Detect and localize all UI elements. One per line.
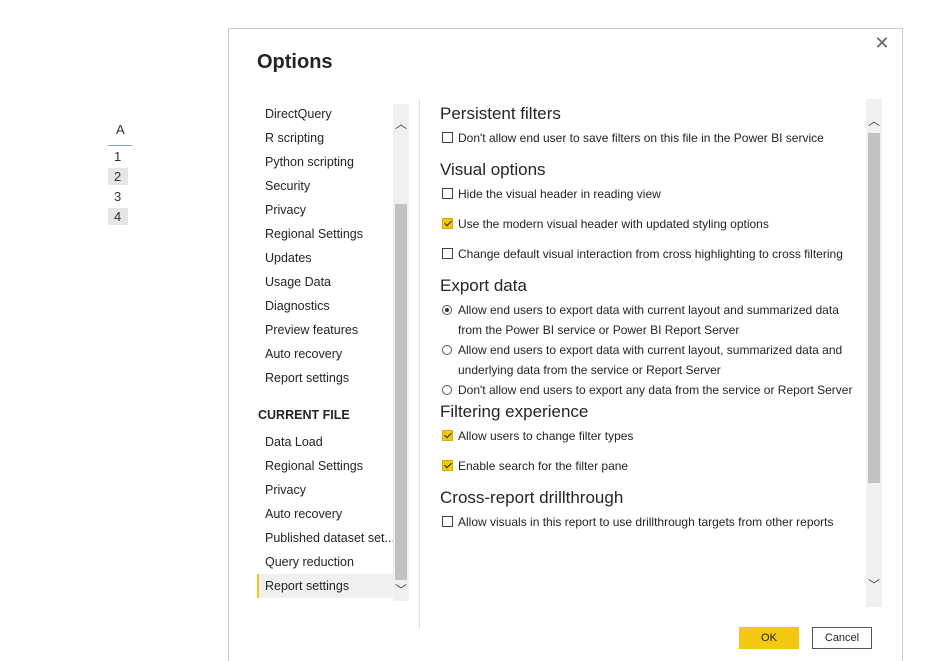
nav-item-security[interactable]: Security [257, 174, 409, 198]
checkbox-label: Don't allow end user to save filters on … [458, 131, 824, 145]
column-header: A [116, 122, 125, 137]
nav-item-published-dataset-settings[interactable]: Published dataset set... [257, 526, 409, 550]
close-icon[interactable]: ✕ [872, 33, 892, 53]
checkbox-cross-report-drillthrough[interactable]: Allow visuals in this report to use dril… [440, 512, 860, 532]
checkbox-hide-visual-header[interactable]: Hide the visual header in reading view [440, 184, 860, 204]
pane-divider [419, 99, 420, 629]
nav-item-privacy[interactable]: Privacy [257, 198, 409, 222]
nav-item-usage-data[interactable]: Usage Data [257, 270, 409, 294]
checkbox-persistent-filters[interactable]: Don't allow end user to save filters on … [440, 128, 860, 148]
nav-item-python-scripting[interactable]: Python scripting [257, 150, 409, 174]
cancel-button[interactable]: Cancel [812, 627, 872, 649]
nav-item-auto-recovery[interactable]: Auto recovery [257, 342, 409, 366]
radio-button[interactable] [442, 345, 452, 355]
nav-item-file-report-settings[interactable]: Report settings [257, 574, 409, 598]
checkbox-box[interactable] [442, 188, 453, 199]
options-nav: DirectQuery R scripting Python scripting… [257, 102, 409, 607]
radio-label: Allow end users to export data with curr… [458, 303, 839, 337]
section-heading-filtering-experience: Filtering experience [440, 402, 589, 421]
ok-button[interactable]: OK [739, 627, 799, 649]
content-scrollbar[interactable]: ︿ ﹀ [866, 99, 882, 607]
nav-item-query-reduction[interactable]: Query reduction [257, 550, 409, 574]
nav-item-r-scripting[interactable]: R scripting [257, 126, 409, 150]
checkbox-box[interactable] [442, 132, 453, 143]
checkbox-change-filter-types[interactable]: Allow users to change filter types [440, 426, 860, 446]
radio-export-underlying[interactable]: Allow end users to export data with curr… [440, 340, 860, 380]
radio-export-summarized[interactable]: Allow end users to export data with curr… [440, 300, 860, 340]
checkbox-box-checked[interactable] [442, 218, 453, 229]
nav-item-diagnostics[interactable]: Diagnostics [257, 294, 409, 318]
nav-section-current-file: CURRENT FILE [258, 408, 350, 422]
chevron-down-icon[interactable]: ﹀ [866, 577, 882, 593]
radio-button[interactable] [442, 385, 452, 395]
checkbox-label: Enable search for the filter pane [458, 459, 629, 473]
nav-scrollbar[interactable]: ︿ ﹀ [393, 104, 409, 601]
radio-export-none[interactable]: Don't allow end users to export any data… [440, 380, 860, 400]
nav-item-directquery[interactable]: DirectQuery [257, 102, 409, 126]
checkbox-box[interactable] [442, 516, 453, 527]
section-heading-cross-report-drillthrough: Cross-report drillthrough [440, 488, 624, 507]
nav-item-data-load[interactable]: Data Load [257, 430, 409, 454]
grid-row: 2 [108, 168, 128, 185]
chevron-up-icon[interactable]: ︿ [866, 113, 882, 129]
options-dialog: ✕ Options DirectQuery R scripting Python… [228, 28, 903, 661]
content-scroll-thumb[interactable] [868, 133, 880, 483]
nav-item-preview-features[interactable]: Preview features [257, 318, 409, 342]
section-heading-export-data: Export data [440, 276, 527, 295]
grid-row: 4 [108, 208, 128, 225]
grid-row: 3 [114, 189, 122, 204]
report-settings-pane: Persistent filters Don't allow end user … [440, 102, 860, 612]
nav-item-report-settings[interactable]: Report settings [257, 366, 409, 390]
checkbox-modern-visual-header[interactable]: Use the modern visual header with update… [440, 214, 860, 234]
checkbox-label: Allow visuals in this report to use dril… [458, 515, 834, 529]
nav-item-regional-settings[interactable]: Regional Settings [257, 222, 409, 246]
checkbox-label: Use the modern visual header with update… [458, 217, 769, 231]
section-heading-visual-options: Visual options [440, 160, 546, 179]
checkbox-box[interactable] [442, 248, 453, 259]
section-heading-persistent-filters: Persistent filters [440, 104, 561, 123]
checkbox-label: Hide the visual header in reading view [458, 187, 661, 201]
checkbox-box-checked[interactable] [442, 430, 453, 441]
grid-row: 1 [114, 149, 122, 164]
radio-label: Don't allow end users to export any data… [458, 383, 853, 397]
nav-item-file-regional-settings[interactable]: Regional Settings [257, 454, 409, 478]
checkbox-label: Change default visual interaction from c… [458, 247, 843, 261]
chevron-up-icon[interactable]: ︿ [393, 116, 409, 132]
chevron-down-icon[interactable]: ﹀ [393, 582, 409, 598]
radio-button-selected[interactable] [442, 305, 452, 315]
nav-item-file-privacy[interactable]: Privacy [257, 478, 409, 502]
nav-scroll-thumb[interactable] [395, 204, 407, 580]
checkbox-cross-filtering[interactable]: Change default visual interaction from c… [440, 244, 860, 264]
nav-item-file-auto-recovery[interactable]: Auto recovery [257, 502, 409, 526]
checkbox-label: Allow users to change filter types [458, 429, 634, 443]
checkbox-filter-pane-search[interactable]: Enable search for the filter pane [440, 456, 860, 476]
dialog-title: Options [257, 51, 333, 73]
checkbox-box-checked[interactable] [442, 460, 453, 471]
header-underline [108, 145, 132, 146]
nav-item-updates[interactable]: Updates [257, 246, 409, 270]
radio-label: Allow end users to export data with curr… [458, 343, 843, 377]
